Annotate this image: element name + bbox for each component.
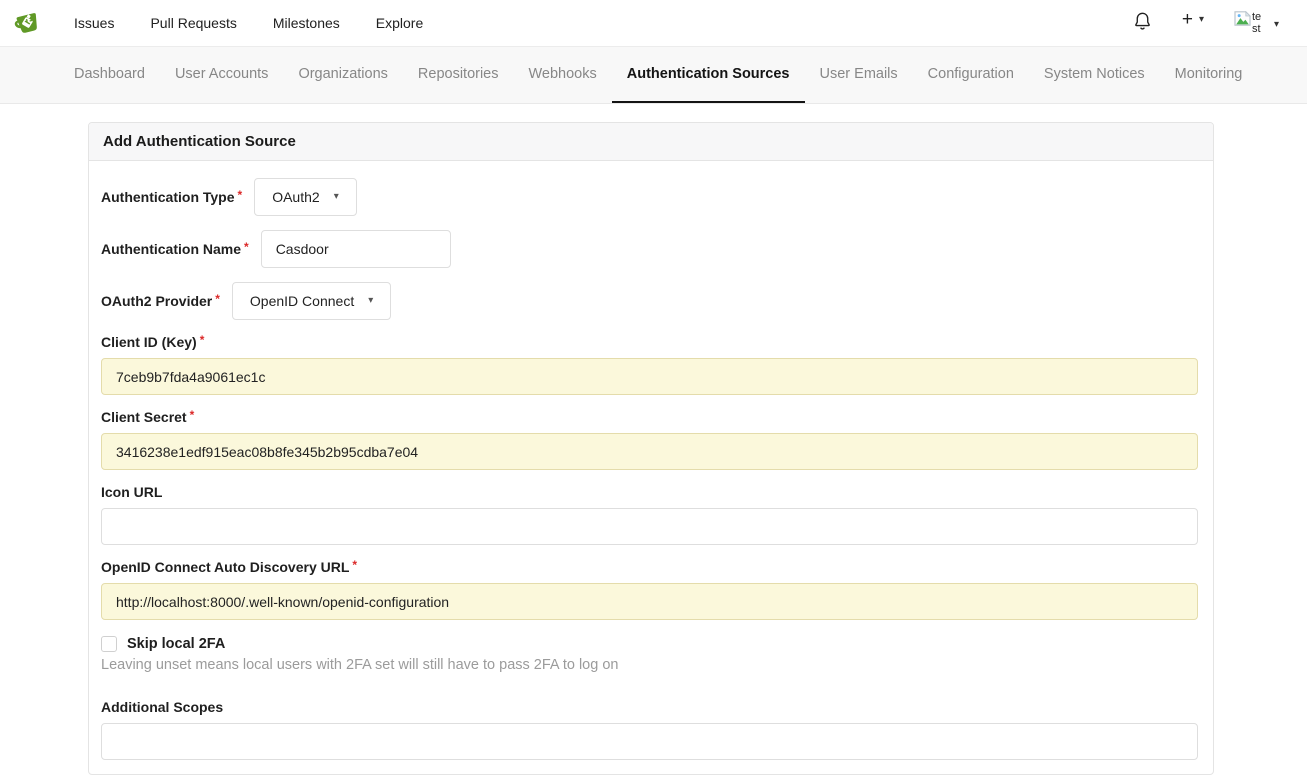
avatar: test [1234, 11, 1266, 35]
admin-tabbar: Dashboard User Accounts Organizations Re… [0, 46, 1307, 104]
nav-milestones[interactable]: Milestones [273, 15, 340, 31]
required-marker: * [190, 408, 195, 422]
tab-system-notices[interactable]: System Notices [1029, 47, 1160, 103]
additional-scopes-field: Additional Scopes [101, 699, 1198, 760]
chevron-down-icon: ▾ [368, 296, 373, 306]
oauth2-provider-selected-value: OpenID Connect [250, 293, 354, 309]
icon-url-input[interactable] [101, 508, 1198, 545]
gitea-logo[interactable] [10, 6, 44, 40]
nav-pull-requests[interactable]: Pull Requests [150, 15, 236, 31]
tab-monitoring[interactable]: Monitoring [1160, 47, 1258, 103]
chevron-down-icon: ▾ [334, 192, 339, 202]
user-menu-button[interactable]: test ▾ [1234, 11, 1279, 35]
discovery-url-input[interactable] [101, 583, 1198, 620]
client-secret-label: Client Secret* [101, 409, 194, 425]
primary-nav: Issues Pull Requests Milestones Explore [74, 15, 423, 31]
required-marker: * [352, 558, 357, 572]
auth-type-dropdown[interactable]: OAuth2 ▾ [254, 178, 357, 216]
auth-type-label: Authentication Type* [101, 189, 242, 205]
tab-authentication-sources[interactable]: Authentication Sources [612, 47, 805, 103]
client-id-label: Client ID (Key)* [101, 334, 204, 350]
tab-user-emails[interactable]: User Emails [805, 47, 913, 103]
required-marker: * [238, 188, 243, 202]
tab-organizations[interactable]: Organizations [283, 47, 402, 103]
auth-type-row: Authentication Type* OAuth2 ▾ [101, 178, 1198, 216]
tab-dashboard[interactable]: Dashboard [59, 47, 160, 103]
skip-2fa-help-text: Leaving unset means local users with 2FA… [101, 657, 1198, 673]
navbar-right: + ▾ test ▾ [1133, 11, 1279, 35]
bell-icon [1133, 11, 1152, 31]
required-marker: * [215, 292, 220, 306]
client-id-input[interactable] [101, 358, 1198, 395]
plus-icon: + [1182, 11, 1193, 29]
additional-scopes-label: Additional Scopes [101, 699, 223, 715]
auth-name-input[interactable] [261, 230, 451, 268]
top-navbar: Issues Pull Requests Milestones Explore … [0, 0, 1307, 46]
tab-user-accounts[interactable]: User Accounts [160, 47, 284, 103]
discovery-url-field: OpenID Connect Auto Discovery URL* [101, 559, 1198, 620]
card-body: Authentication Type* OAuth2 ▾ Authentica… [89, 161, 1213, 760]
add-auth-source-card: Add Authentication Source Authentication… [88, 122, 1214, 775]
gitea-teacup-icon [10, 7, 43, 40]
avatar-alt-text: test [1252, 11, 1261, 35]
client-secret-input[interactable] [101, 433, 1198, 470]
broken-image-icon [1234, 11, 1251, 26]
tab-webhooks[interactable]: Webhooks [514, 47, 612, 103]
notifications-button[interactable] [1133, 11, 1152, 31]
chevron-down-icon: ▾ [1199, 15, 1204, 25]
skip-2fa-row: Skip local 2FA [101, 636, 1198, 652]
create-new-button[interactable]: + ▾ [1182, 11, 1204, 29]
skip-2fa-block: Skip local 2FA Leaving unset means local… [101, 636, 1198, 673]
tab-repositories[interactable]: Repositories [403, 47, 514, 103]
icon-url-field: Icon URL [101, 484, 1198, 545]
auth-name-label: Authentication Name* [101, 241, 249, 257]
client-secret-field: Client Secret* [101, 409, 1198, 470]
additional-scopes-input[interactable] [101, 723, 1198, 760]
discovery-url-label: OpenID Connect Auto Discovery URL* [101, 559, 357, 575]
nav-explore[interactable]: Explore [376, 15, 423, 31]
skip-2fa-label[interactable]: Skip local 2FA [127, 636, 225, 652]
oauth2-provider-row: OAuth2 Provider* OpenID Connect ▾ [101, 282, 1198, 320]
chevron-down-icon: ▾ [1274, 20, 1279, 30]
required-marker: * [244, 240, 249, 254]
client-id-field: Client ID (Key)* [101, 334, 1198, 395]
required-marker: * [200, 333, 205, 347]
skip-2fa-checkbox[interactable] [101, 636, 117, 652]
auth-name-row: Authentication Name* [101, 230, 1198, 268]
card-title: Add Authentication Source [89, 123, 1213, 161]
nav-issues[interactable]: Issues [74, 15, 114, 31]
auth-type-selected-value: OAuth2 [272, 189, 319, 205]
oauth2-provider-label: OAuth2 Provider* [101, 293, 220, 309]
oauth2-provider-dropdown[interactable]: OpenID Connect ▾ [232, 282, 391, 320]
tab-configuration[interactable]: Configuration [913, 47, 1029, 103]
icon-url-label: Icon URL [101, 484, 162, 500]
